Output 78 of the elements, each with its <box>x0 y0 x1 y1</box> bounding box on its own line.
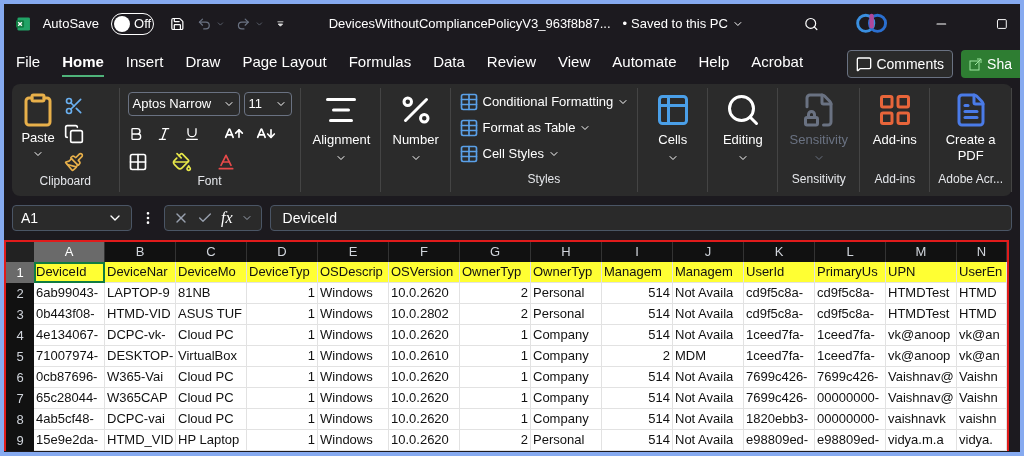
table-cell: vidya. <box>957 430 1007 451</box>
underline-icon[interactable] <box>183 126 200 142</box>
menu-tab[interactable]: Page Layout <box>242 50 327 78</box>
row-header[interactable]: 1 <box>6 262 34 283</box>
formula-field[interactable]: DeviceId <box>269 205 1012 231</box>
borders-icon[interactable] <box>127 152 148 172</box>
group-label: Sensitivity <box>790 171 847 188</box>
autosave-label: AutoSave <box>42 15 100 34</box>
table-cell: HP Laptop <box>176 430 247 451</box>
maximize-icon[interactable] <box>996 16 1008 32</box>
insert-function-button[interactable]: fx <box>221 206 233 230</box>
row-header[interactable]: 7 <box>6 388 34 409</box>
ribbon-button[interactable]: Cells <box>650 92 695 165</box>
table-icon <box>458 118 479 138</box>
styles-menu-button[interactable]: Cell Styles <box>458 144 630 164</box>
menu-tab[interactable]: Insert <box>125 50 164 78</box>
menu-tab[interactable]: Automate <box>612 50 677 78</box>
column-header[interactable]: A <box>34 242 105 262</box>
name-box[interactable]: A1 <box>12 205 132 231</box>
row-header[interactable]: 5 <box>6 346 34 367</box>
table-cell: 15e9e2da- <box>34 430 105 451</box>
menu-tab[interactable]: Review <box>486 50 537 78</box>
comments-button[interactable]: Comments <box>847 50 954 78</box>
save-status[interactable]: Saved to this PC <box>631 14 728 34</box>
row-header[interactable]: 8 <box>6 409 34 430</box>
table-cell: 514 <box>602 430 673 451</box>
ribbon-button[interactable]: Number <box>388 92 443 165</box>
ribbon-button[interactable]: Add-ins <box>868 92 921 149</box>
table-cell: vidya.m.a <box>886 430 957 451</box>
share-icon <box>969 57 984 71</box>
menu-tab[interactable]: Home <box>62 50 104 78</box>
format-painter-icon[interactable] <box>64 152 84 172</box>
group-label: Clipboard <box>38 173 92 190</box>
menu-tab[interactable]: Draw <box>185 50 221 78</box>
menu-tab[interactable]: Data <box>433 50 465 78</box>
styles-menu-button[interactable]: Format as Table <box>458 118 630 138</box>
table-cell: HTMD_VID <box>105 430 176 451</box>
table-cell: 1 <box>247 430 318 451</box>
ribbon-button[interactable]: Create a PDF <box>938 92 1003 165</box>
group-label: Font <box>196 173 223 190</box>
table-cell: Personal <box>531 430 602 451</box>
font-name-dropdown[interactable]: Aptos Narrow <box>127 92 240 116</box>
table-cell: e98809ed- <box>815 430 886 451</box>
row-header[interactable]: 4 <box>6 325 34 346</box>
comment-icon <box>856 56 873 72</box>
share-button[interactable]: Sha <box>961 50 1020 78</box>
document-title[interactable]: DevicesWithoutCompliancePolicyV3_963f8b87... <box>328 14 611 34</box>
ribbon-button[interactable]: Editing <box>718 92 767 165</box>
menu-tab[interactable]: Formulas <box>348 50 412 78</box>
table-icon <box>458 144 479 164</box>
row-header[interactable]: 6 <box>6 367 34 388</box>
table-cell: 2 <box>460 430 531 451</box>
copy-icon[interactable] <box>64 124 84 144</box>
menu-tab[interactable]: Acrobat <box>751 50 804 78</box>
group-label: Styles <box>526 171 562 188</box>
styles-menu-button[interactable]: Conditional Formatting <box>458 92 630 112</box>
group-label: Add-ins <box>873 171 917 188</box>
menu-tab[interactable]: View <box>558 50 591 78</box>
paste-button[interactable]: Paste <box>20 92 56 172</box>
customize-toolbar-icon[interactable] <box>275 18 285 30</box>
table-icon <box>458 92 479 112</box>
fill-color-icon[interactable] <box>171 152 192 172</box>
table-cell: Windows <box>318 430 389 451</box>
menu-tab[interactable]: Help <box>698 50 730 78</box>
table-cell: DeviceId <box>34 262 105 283</box>
ribbon-button[interactable]: Alignment <box>308 92 375 165</box>
row-header[interactable]: 9 <box>6 430 34 451</box>
table-cell: e98809ed- <box>744 430 815 451</box>
group-label: Adobe Acr... <box>938 171 1003 188</box>
table-cell: 10.0.2620 <box>389 430 460 451</box>
table-cell: Not Availa <box>673 430 744 451</box>
spreadsheet-app-icon <box>16 14 31 34</box>
row-header[interactable]: 2 <box>6 283 34 304</box>
menu-tab[interactable]: File <box>16 50 41 78</box>
separator-dot: • <box>622 15 628 34</box>
cut-icon[interactable] <box>64 96 84 116</box>
font-size-dropdown[interactable]: 11 <box>243 92 292 116</box>
row-header[interactable]: 3 <box>6 304 34 325</box>
